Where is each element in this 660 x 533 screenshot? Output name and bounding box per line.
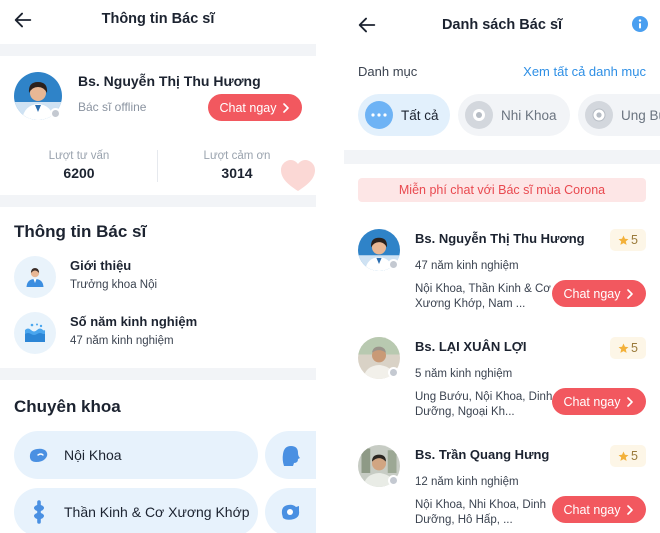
see-all-categories-link[interactable]: Xem tất cả danh mục [523,64,646,79]
experience-title: Số năm kinh nghiệm [70,314,198,329]
stat-value: 6200 [63,165,95,181]
rating-badge: 5 [610,229,646,251]
doctor-experience: 5 năm kinh nghiệm [415,368,513,380]
specialty-pill-partial[interactable] [265,431,316,479]
rating-badge: 5 [610,337,646,359]
bone-joint-icon [34,500,44,524]
intro-title: Giới thiệu [70,258,132,273]
star-icon [618,343,629,353]
specialty-pill-partial[interactable] [265,488,316,533]
specialty-pill-internal[interactable]: Nội Khoa [14,431,258,479]
specialty-pill-neuro[interactable]: Thần Kinh & Cơ Xương Khớp [14,488,258,533]
offline-status-dot [388,259,399,270]
head-profile-icon [282,446,300,466]
doctor-experience: 47 năm kinh nghiệm [415,260,519,272]
page-title: Thông tin Bác sĩ [101,11,215,27]
doctor-name: Bs. LẠI XUÂN LỢI [415,339,527,354]
doctor-experience: 12 năm kinh nghiệm [415,476,519,488]
info-icon[interactable] [632,16,648,32]
doctor-name: Bs. Nguyễn Thị Thu Hương [78,73,261,89]
doctor-name: Bs. Trần Quang Hưng [415,447,550,462]
free-chat-banner: Miễn phí chat với Bác sĩ mùa Corona [358,178,646,202]
doctor-profile-screen: Thông tin Bác sĩ Bs. Nguyễn Thị Thu Hươn… [0,0,316,533]
divider [0,195,316,207]
divider [0,368,316,380]
stat-divider [157,150,158,182]
doctor-list-screen: Danh sách Bác sĩ Danh mục Xem tất cả dan… [344,0,660,533]
stomach-icon [29,448,48,462]
section-title-specialty: Chuyên khoa [14,397,121,416]
doctor-row[interactable]: Bs. Trần Quang Hưng 5 12 năm kinh nghiệm… [344,445,660,533]
section-title-info: Thông tin Bác sĩ [14,222,147,241]
divider [344,150,660,164]
doctor-row[interactable]: Bs. Nguyễn Thị Thu Hương 5 47 năm kinh n… [344,229,660,337]
chat-now-button[interactable]: Chat ngay [552,280,646,307]
divider [0,44,316,56]
category-chip-label: Tất cả [401,107,439,123]
heart-icon[interactable] [279,158,316,196]
category-chip-all[interactable]: Tất cả [358,94,450,136]
profile-header: Thông tin Bác sĩ [0,0,316,44]
chevron-right-icon [283,102,290,113]
chat-now-button[interactable]: Chat ngay [208,94,302,121]
dots-icon [365,101,393,129]
rating-value: 5 [631,341,638,355]
doctor-specialties: Ung Bướu, Nội Khoa, Dinh Dưỡng, Ngoại Kh… [415,391,553,418]
chat-now-label: Chat ngay [563,502,621,517]
intro-value: Trưởng khoa Nội [70,279,158,291]
rating-value: 5 [631,449,638,463]
chat-now-label: Chat ngay [563,286,621,301]
experience-value: 47 năm kinh nghiệm [70,335,174,347]
category-chip-pediatrics[interactable]: Nhi Khoa [458,94,570,136]
pediatrics-icon [465,101,493,129]
rating-value: 5 [631,233,638,247]
intro-icon-wrap [14,256,56,298]
chevron-right-icon [627,288,634,299]
star-icon [618,451,629,461]
chevron-right-icon [627,504,634,515]
offline-status-dot [388,367,399,378]
offline-status-dot [388,475,399,486]
offline-status-dot [50,108,61,119]
doctor-person-icon [26,268,44,287]
rating-badge: 5 [610,445,646,467]
specialty-label: Thần Kinh & Cơ Xương Khớp [64,504,250,520]
category-label: Danh mục [358,64,418,79]
category-chip-label: Ung Bướu [621,107,660,123]
doctor-status: Bác sĩ offline [78,100,147,114]
chat-now-button[interactable]: Chat ngay [552,496,646,523]
page-title: Danh sách Bác sĩ [441,17,563,33]
list-header: Danh sách Bác sĩ [344,0,660,44]
doctor-name: Bs. Nguyễn Thị Thu Hương [415,231,585,246]
category-chip-oncology[interactable]: Ung Bướu [578,94,660,136]
chat-now-label: Chat ngay [563,394,621,409]
star-icon [618,235,629,245]
doctor-row[interactable]: Bs. LẠI XUÂN LỢI 5 5 năm kinh nghiệm Ung… [344,337,660,445]
organ-icon [281,504,300,520]
consult-count-stat: Lượt tư vấn 6200 [9,150,149,181]
chevron-right-icon [627,396,634,407]
chat-now-label: Chat ngay [219,100,277,115]
experience-icon-wrap [14,312,56,354]
water-wave-icon [25,323,45,342]
oncology-icon [585,101,613,129]
specialty-label: Nội Khoa [64,447,122,463]
category-chip-label: Nhi Khoa [501,107,557,123]
stat-label: Lượt tư vấn [48,150,110,162]
doctor-specialties: Nội Khoa, Thần Kinh & Cơ Xương Khớp, Nam… [415,283,551,310]
doctor-specialties: Nội Khoa, Nhi Khoa, Dinh Dưỡng, Hô Hấp, … [415,499,547,526]
chat-now-button[interactable]: Chat ngay [552,388,646,415]
